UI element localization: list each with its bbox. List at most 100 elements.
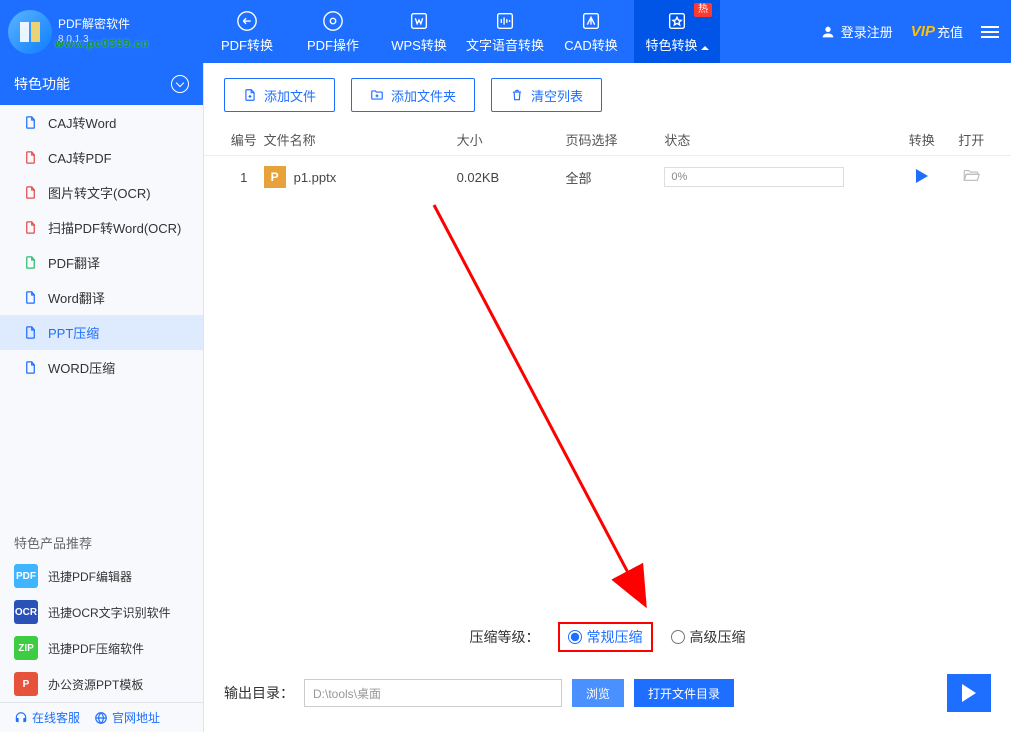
table-row: 1 P p1.pptx 0.02KB 全部 0% <box>204 156 1011 198</box>
open-output-folder-button[interactable]: 打开文件目录 <box>634 679 734 707</box>
col-page: 页码选择 <box>565 130 664 149</box>
user-icon <box>820 24 836 40</box>
hot-badge: 热 <box>694 3 712 17</box>
sidebar-item-2[interactable]: 图片转文字(OCR) <box>0 175 203 210</box>
cell-open <box>951 166 991 189</box>
online-service[interactable]: 在线客服 <box>14 709 80 726</box>
tab-feature-convert[interactable]: 热 特色转换 <box>634 0 720 63</box>
sidebar-heading[interactable]: 特色功能 <box>0 63 203 105</box>
cell-page[interactable]: 全部 <box>565 168 664 187</box>
tab-cad-convert[interactable]: CAD转换 <box>548 0 634 63</box>
promo-heading: 特色产品推荐 <box>0 523 203 558</box>
sidebar-item-5[interactable]: Word翻译 <box>0 280 203 315</box>
sidebar-item-7[interactable]: WORD压缩 <box>0 350 203 385</box>
bottom-links: 在线客服 官网地址 <box>0 702 203 732</box>
add-file-button[interactable]: 添加文件 <box>224 78 335 112</box>
menu-icon[interactable] <box>981 26 999 38</box>
compress-normal-radio[interactable] <box>568 630 582 644</box>
voice-icon <box>494 10 516 32</box>
open-folder-icon[interactable] <box>962 171 980 188</box>
output-row: 输出目录： 浏览 打开文件目录 <box>224 674 991 712</box>
output-label: 输出目录： <box>224 683 294 703</box>
sidebar-item-0[interactable]: CAJ转Word <box>0 105 203 140</box>
tab-text-voice[interactable]: 文字语音转换 <box>462 0 548 63</box>
file-toolbar: 添加文件 添加文件夹 清空列表 <box>204 63 1011 124</box>
output-path-input[interactable] <box>304 679 562 707</box>
header-right: 登录注册 VIP充值 <box>820 22 1011 41</box>
promo-icon: OCR <box>14 600 38 624</box>
official-site[interactable]: 官网地址 <box>94 709 160 726</box>
col-conv: 转换 <box>892 130 951 149</box>
promo-item-1[interactable]: OCR迅捷OCR文字识别软件 <box>0 594 203 630</box>
watermark-text: www.pc0359.cn <box>55 38 150 50</box>
doc-icon <box>22 254 38 270</box>
main-area: 添加文件 添加文件夹 清空列表 编号 文件名称 大小 页码选择 状态 转换 打开… <box>204 63 1011 732</box>
compress-advanced-radio[interactable] <box>671 630 685 644</box>
sidebar-item-4[interactable]: PDF翻译 <box>0 245 203 280</box>
promo-item-3[interactable]: P办公资源PPT模板 <box>0 666 203 702</box>
logo-area: PDF解密软件 8.0.1.3 www.pc0359.cn <box>0 10 204 54</box>
app-title: PDF解密软件 <box>58 17 130 32</box>
sidebar-list: CAJ转WordCAJ转PDF图片转文字(OCR)扫描PDF转Word(OCR)… <box>0 105 203 385</box>
progress-bar: 0% <box>664 167 844 187</box>
login-register[interactable]: 登录注册 <box>820 22 893 41</box>
doc-icon <box>22 324 38 340</box>
col-size: 大小 <box>457 130 566 149</box>
col-open: 打开 <box>951 130 991 149</box>
play-icon <box>962 684 976 702</box>
sidebar-item-3[interactable]: 扫描PDF转Word(OCR) <box>0 210 203 245</box>
globe-icon <box>94 711 108 725</box>
app-logo-icon <box>8 10 52 54</box>
header-tabs: PDF转换 PDF操作 WPS转换 文字语音转换 CAD转换 热 特色转换 <box>204 0 720 63</box>
promo-icon: PDF <box>14 564 38 588</box>
doc-icon <box>22 114 38 130</box>
ppt-file-icon: P <box>264 166 286 188</box>
trash-icon <box>510 88 524 102</box>
col-name: 文件名称 <box>264 130 457 149</box>
doc-icon <box>22 149 38 165</box>
browse-button[interactable]: 浏览 <box>572 679 624 707</box>
convert-play-icon[interactable] <box>916 169 928 183</box>
arrow-up-icon <box>701 46 709 50</box>
folder-plus-icon <box>370 88 384 102</box>
chevron-down-icon <box>171 75 189 93</box>
doc-icon <box>22 184 38 200</box>
compress-label: 压缩等级： <box>470 627 540 647</box>
convert-icon <box>236 10 258 32</box>
sidebar-item-1[interactable]: CAJ转PDF <box>0 140 203 175</box>
app-header: PDF解密软件 8.0.1.3 www.pc0359.cn PDF转换 PDF操… <box>0 0 1011 63</box>
tab-pdf-operate[interactable]: PDF操作 <box>290 0 376 63</box>
doc-icon <box>22 289 38 305</box>
promo-item-0[interactable]: PDF迅捷PDF编辑器 <box>0 558 203 594</box>
tab-wps-convert[interactable]: WPS转换 <box>376 0 462 63</box>
cell-status: 0% <box>664 167 892 187</box>
cell-size: 0.02KB <box>457 170 566 185</box>
star-icon <box>666 10 688 32</box>
compress-advanced-option[interactable]: 高级压缩 <box>671 627 746 647</box>
tab-pdf-convert[interactable]: PDF转换 <box>204 0 290 63</box>
doc-icon <box>22 359 38 375</box>
cad-icon <box>580 10 602 32</box>
cell-num: 1 <box>224 170 264 185</box>
start-convert-button[interactable] <box>947 674 991 712</box>
gear-icon <box>322 10 344 32</box>
promo-icon: ZIP <box>14 636 38 660</box>
sidebar-item-6[interactable]: PPT压缩 <box>0 315 203 350</box>
sidebar: 特色功能 CAJ转WordCAJ转PDF图片转文字(OCR)扫描PDF转Word… <box>0 63 204 732</box>
add-folder-button[interactable]: 添加文件夹 <box>351 78 475 112</box>
compress-level-row: 压缩等级： 常规压缩 高级压缩 <box>204 622 1011 652</box>
doc-icon <box>22 219 38 235</box>
compress-normal-option[interactable]: 常规压缩 <box>558 622 653 652</box>
file-plus-icon <box>243 88 257 102</box>
col-status: 状态 <box>664 130 892 149</box>
col-num: 编号 <box>224 130 264 149</box>
vip-recharge[interactable]: VIP充值 <box>911 22 963 41</box>
table-header: 编号 文件名称 大小 页码选择 状态 转换 打开 <box>204 124 1011 156</box>
cell-name: P p1.pptx <box>264 166 457 188</box>
clear-list-button[interactable]: 清空列表 <box>491 78 602 112</box>
promo-icon: P <box>14 672 38 696</box>
cell-convert <box>892 169 951 186</box>
headset-icon <box>14 711 28 725</box>
promo-section: 特色产品推荐 PDF迅捷PDF编辑器OCR迅捷OCR文字识别软件ZIP迅捷PDF… <box>0 523 203 732</box>
promo-item-2[interactable]: ZIP迅捷PDF压缩软件 <box>0 630 203 666</box>
